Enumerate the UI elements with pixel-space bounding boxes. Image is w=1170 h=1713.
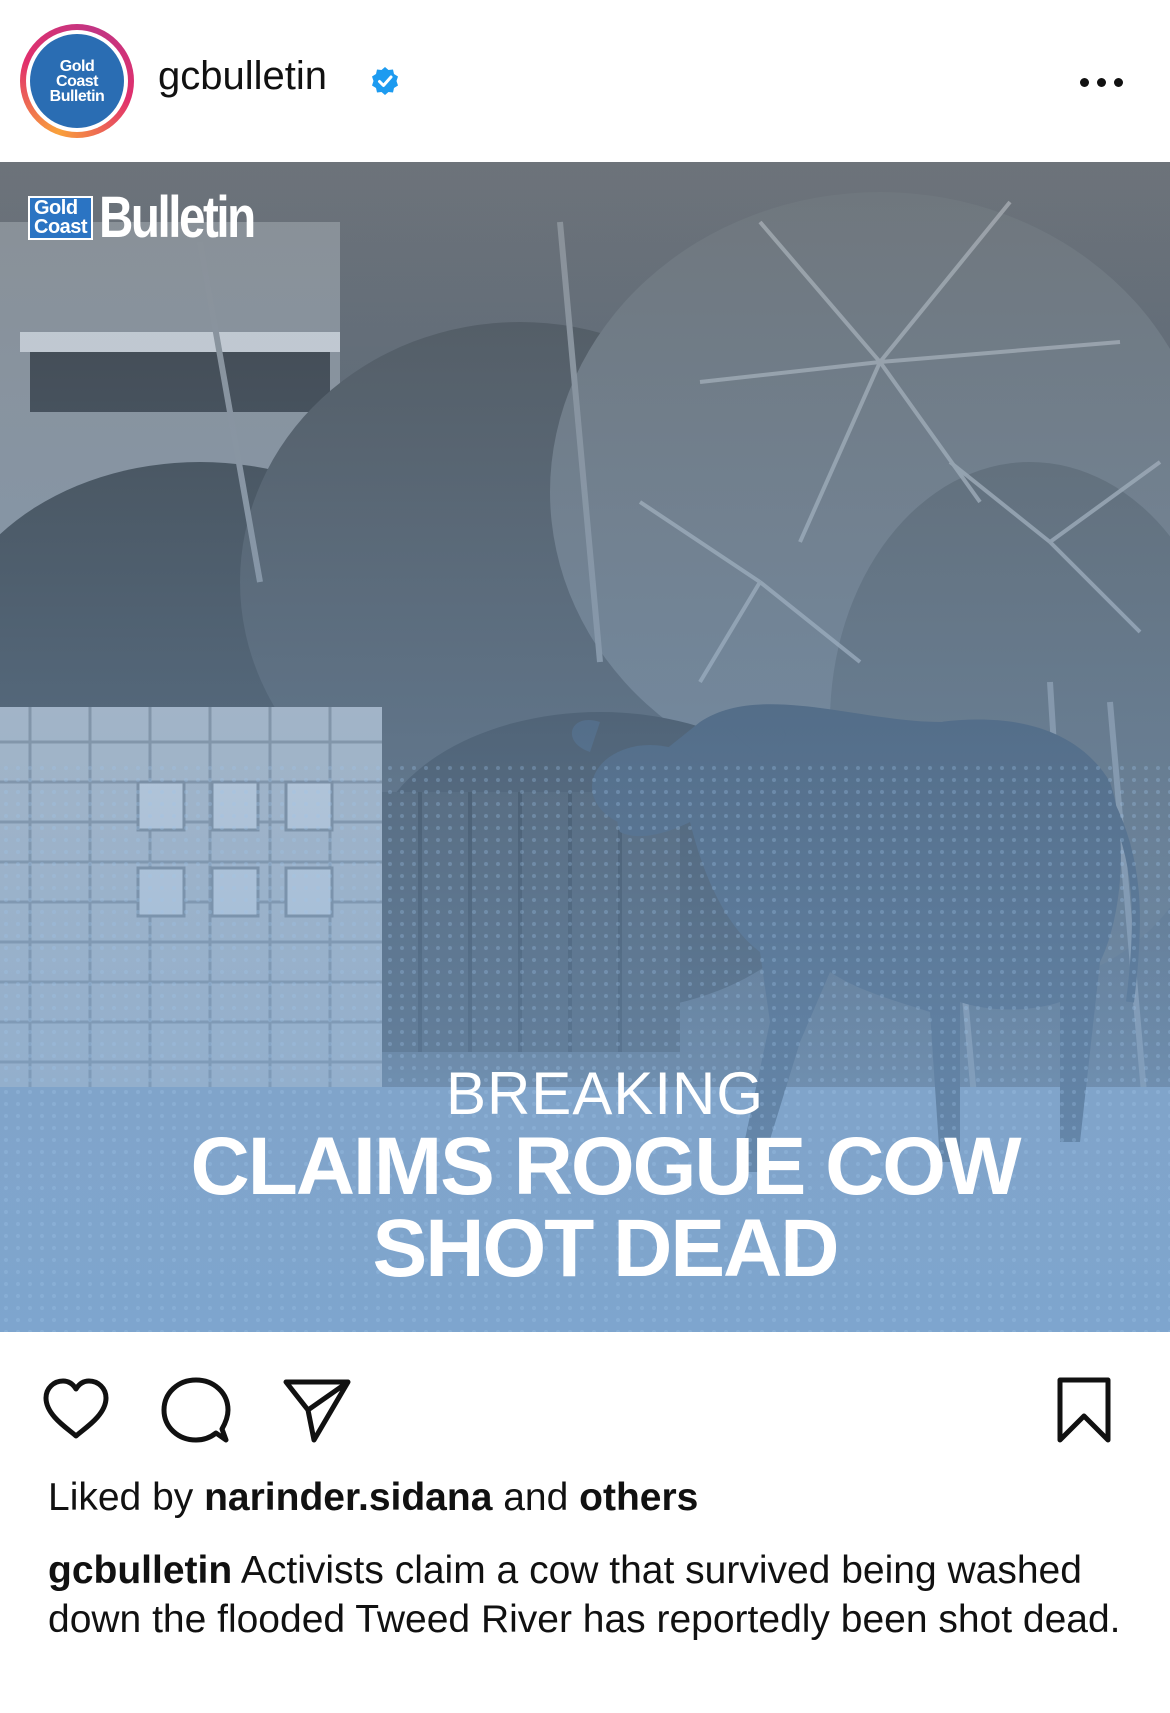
avatar-logo-line-3: Bulletin xyxy=(49,87,105,105)
post-actions xyxy=(0,1360,1170,1450)
headline-line-2: SHOT DEAD xyxy=(372,1203,840,1294)
more-options-icon[interactable] xyxy=(1080,64,1126,100)
likes-summary[interactable]: Liked by narinder.sidana and others xyxy=(48,1476,698,1520)
avatar-logo-line-2: Coast xyxy=(56,72,98,90)
post-header: Gold Coast Bulletin gcbulletin xyxy=(0,0,1170,162)
verified-badge-icon xyxy=(372,67,398,95)
avatar-frame: Gold Coast Bulletin xyxy=(26,30,128,132)
post-caption: gcbulletin Activists claim a cow that su… xyxy=(48,1546,1128,1644)
post-username[interactable]: gcbulletin xyxy=(158,54,327,99)
likes-others[interactable]: others xyxy=(579,1476,698,1519)
headline-line-1: CLAIMS ROGUE COW xyxy=(190,1121,1022,1212)
avatar-logo: Gold Coast Bulletin xyxy=(30,34,124,128)
comment-icon[interactable] xyxy=(160,1374,232,1446)
heart-icon[interactable] xyxy=(40,1374,112,1446)
brand-box-line-1: Gold xyxy=(34,196,78,219)
avatar-logo-line-1: Gold xyxy=(59,57,95,75)
likes-middle: and xyxy=(503,1476,569,1519)
bookmark-icon[interactable] xyxy=(1048,1374,1120,1446)
likes-prefix: Liked by xyxy=(48,1476,194,1519)
brand-logo: Gold Coast Bulletin xyxy=(28,184,288,251)
post-image[interactable]: Gold Coast Bulletin BREAKING CLAIMS ROGU… xyxy=(0,162,1170,1332)
image-headline: BREAKING CLAIMS ROGUE COW SHOT DEAD xyxy=(0,1062,1170,1290)
headline-kicker: BREAKING xyxy=(445,1060,765,1127)
send-icon[interactable] xyxy=(280,1374,352,1446)
avatar[interactable]: Gold Coast Bulletin xyxy=(20,24,134,138)
caption-username[interactable]: gcbulletin xyxy=(48,1549,232,1592)
likes-user[interactable]: narinder.sidana xyxy=(204,1476,492,1519)
brand-logo-box: Gold Coast xyxy=(28,195,94,240)
brand-box-line-2: Coast xyxy=(34,215,88,238)
brand-name: Bulletin xyxy=(99,185,256,250)
